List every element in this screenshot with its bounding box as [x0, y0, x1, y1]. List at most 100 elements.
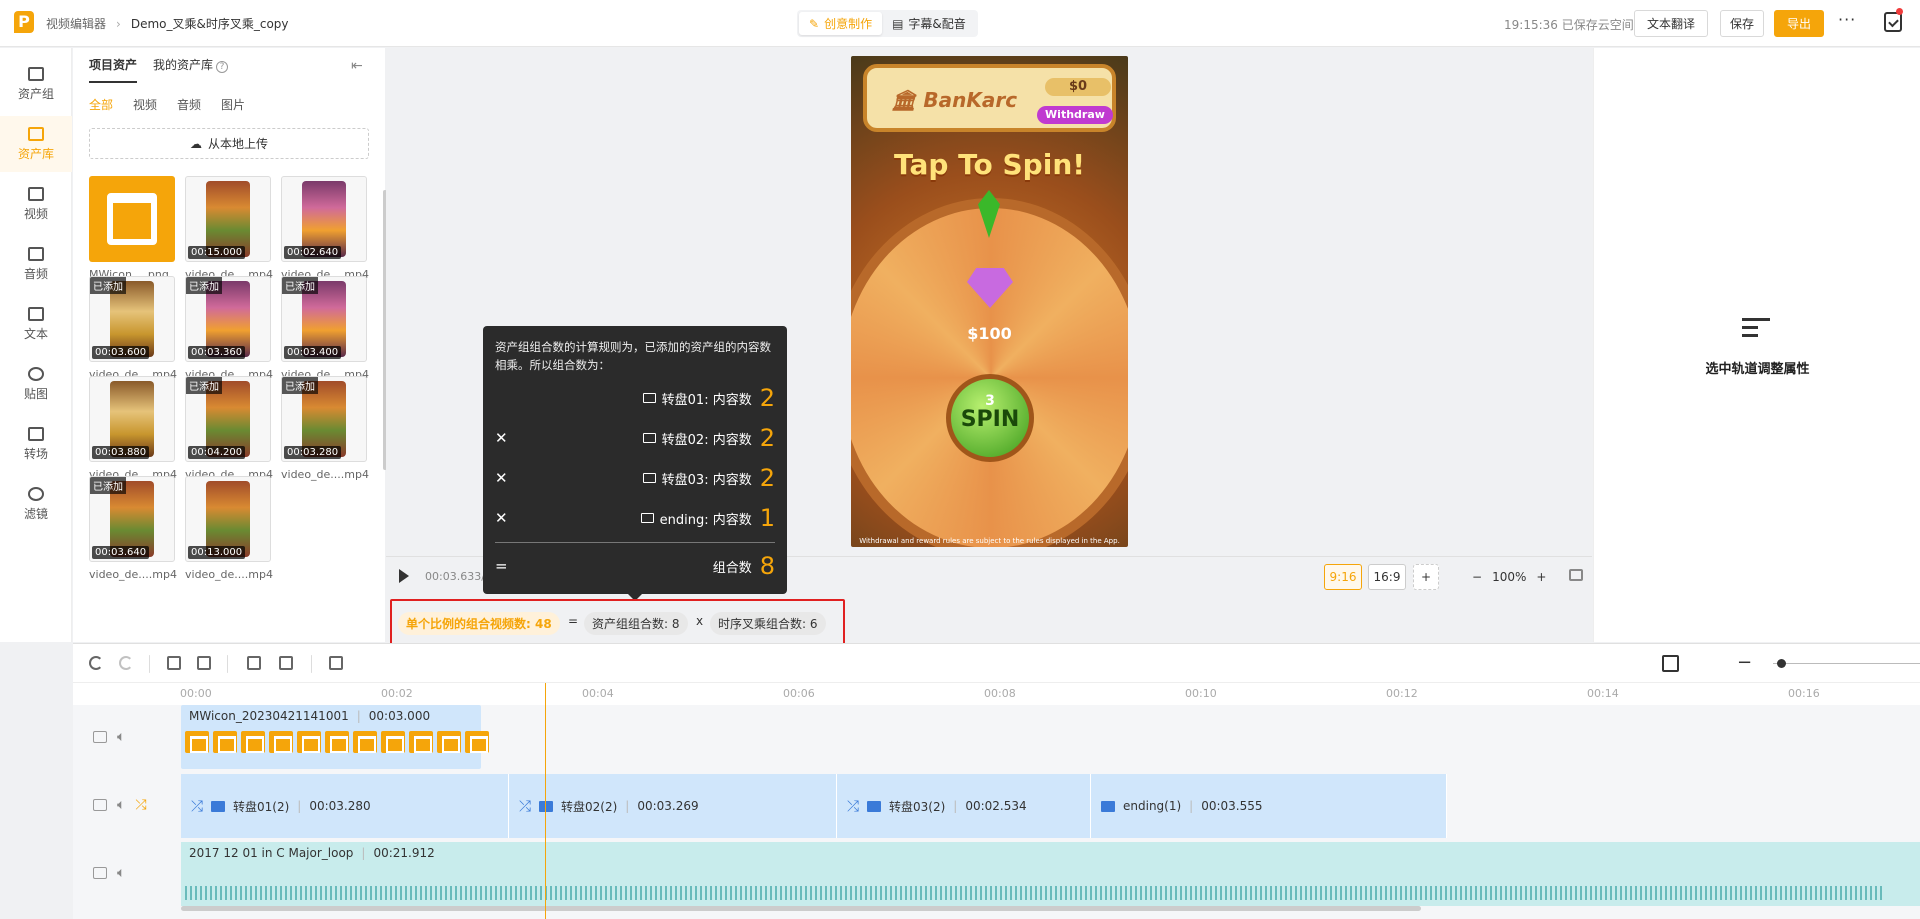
asset-group-clip[interactable]: ⤮ 转盘01(2) | 00:03.280 — [181, 774, 509, 838]
sidebar-item-filter[interactable]: 滤镜 — [0, 476, 72, 532]
tooltip-row: ✕ 转盘02: 内容数 2 — [495, 424, 775, 452]
multiply-icon: ✕ — [495, 469, 508, 487]
copy-icon[interactable] — [167, 656, 181, 670]
clip-frames — [185, 731, 489, 753]
asset-card[interactable]: 00:03.880 video_de....mp4 — [89, 376, 177, 481]
transition-icon — [28, 426, 44, 441]
redo-icon[interactable] — [119, 656, 133, 670]
add-ratio-button[interactable]: + — [1413, 564, 1439, 590]
folder-icon — [867, 800, 882, 812]
filter-image[interactable]: 图片 — [221, 96, 245, 113]
help-icon[interactable]: ? — [216, 61, 229, 73]
asset-group-clip[interactable]: ⤮ 转盘03(2) | 00:02.534 — [837, 774, 1091, 838]
asset-card[interactable]: 已添加 00:03.600 video_de....mp4 — [89, 276, 177, 381]
volume-icon[interactable]: 🔈︎ — [117, 729, 125, 745]
sidebar-item-audio[interactable]: 音频 — [0, 236, 72, 292]
volume-icon[interactable]: 🔈︎ — [117, 865, 125, 881]
sidebar-item-video[interactable]: 视频 — [0, 176, 72, 232]
layout-icon[interactable] — [1662, 655, 1679, 672]
tooltip-total: = 组合数 8 — [495, 552, 775, 580]
filter-video[interactable]: 视频 — [133, 96, 157, 113]
eraser-icon[interactable] — [197, 656, 211, 670]
film-icon — [28, 186, 44, 201]
asset-card[interactable]: 00:02.640 video_de....mp4 — [281, 176, 369, 281]
notification-badge — [1896, 8, 1903, 15]
upload-button[interactable]: ☁ 从本地上传 — [89, 128, 369, 159]
tab-project-assets[interactable]: 项目资产 — [89, 56, 138, 83]
asset-combo-chip[interactable]: 资产组组合数: 8 — [584, 612, 688, 635]
sidebar-item-asset-library[interactable]: 资产库 — [0, 116, 72, 172]
subtitle-icon: ▤ — [892, 16, 904, 31]
clip-label: MWicon_20230421141001 | 00:03.000 — [189, 709, 431, 723]
zoom-out-icon[interactable]: − — [1472, 570, 1482, 584]
timeline-scrollbar[interactable] — [181, 906, 1421, 911]
asset-card[interactable]: 已添加 00:03.400 video_de....mp4 — [281, 276, 369, 381]
undo-icon[interactable] — [89, 656, 103, 670]
save-status: 19:15:36 已保存云空间 — [1504, 18, 1634, 32]
playhead[interactable] — [545, 683, 546, 919]
filter-all[interactable]: 全部 — [89, 96, 113, 113]
project-title: Demo_叉乘&时序叉乘_copy — [130, 17, 289, 31]
audio-track-icon — [93, 867, 107, 879]
mode-creative[interactable]: ✎ 创意制作 — [799, 12, 883, 35]
sidebar-item-transition[interactable]: 转场 — [0, 416, 72, 472]
time-ruler[interactable]: 00:00 00:02 00:04 00:06 00:08 00:10 00:1… — [73, 683, 1920, 705]
asset-card[interactable]: 已添加 00:03.360 video_de....mp4 — [185, 276, 273, 381]
sequence-combo-chip[interactable]: 时序叉乘组合数: 6 — [710, 612, 826, 635]
asset-group-clip[interactable]: ⤮ 转盘02(2) | 00:03.269 — [509, 774, 837, 838]
sidebar-item-sticker[interactable]: 贴图 — [0, 356, 72, 412]
bank-icon: 🏛 — [891, 88, 917, 112]
asset-card[interactable]: 00:13.000 video_de....mp4 — [185, 476, 273, 581]
tick-label: 00:12 — [1386, 687, 1418, 700]
balance: $0 — [1045, 78, 1111, 96]
folder-icon — [642, 393, 656, 403]
library-icon — [28, 126, 44, 141]
video-track-icon — [93, 799, 107, 811]
prize-label: $100 — [967, 324, 1012, 343]
app-logo[interactable]: P — [14, 11, 34, 33]
logo-clip[interactable]: MWicon_20230421141001 | 00:03.000 — [181, 705, 489, 769]
asset-card[interactable]: 00:15.000 video_de....mp4 — [185, 176, 273, 281]
tab-my-library[interactable]: 我的资产库? — [153, 56, 229, 83]
tick-label: 00:06 — [783, 687, 815, 700]
folder-icon[interactable] — [329, 656, 343, 670]
track-header: 🔈︎ ⤮ — [73, 797, 181, 813]
bank-name: 🏛 BanKarc — [891, 88, 1018, 112]
video-preview[interactable]: 🏛 BanKarc $0 Withdraw Tap To Spin! $100 … — [851, 56, 1128, 547]
collapse-panel-icon[interactable]: ⇤ — [351, 58, 363, 74]
save-button[interactable]: 保存 — [1720, 10, 1764, 37]
volume-icon[interactable]: 🔈︎ — [117, 797, 125, 813]
asset-card[interactable]: 已添加 00:03.280 video_de....mp4 — [281, 376, 369, 481]
mode-subtitle[interactable]: ▤ 字幕&配音 — [882, 12, 976, 35]
filter-audio[interactable]: 音频 — [177, 96, 201, 113]
shuffle-icon[interactable]: ⤮ — [135, 797, 146, 813]
sidebar-item-asset-group[interactable]: 资产组 — [0, 56, 72, 112]
sidebar-item-text[interactable]: 文本 — [0, 296, 72, 352]
translate-button[interactable]: 文本翻译 — [1634, 10, 1708, 37]
asset-group-clip[interactable]: ending(1) | 00:03.555 — [1091, 774, 1447, 838]
task-icon[interactable] — [1884, 12, 1902, 32]
delete-icon[interactable] — [279, 656, 293, 670]
tick-label: 00:16 — [1788, 687, 1820, 700]
timeline-zoom-knob[interactable] — [1777, 659, 1786, 668]
asset-panel: 项目资产 我的资产库? ⇤ 全部 视频 音频 图片 ☁ 从本地上传 MWicon_… — [73, 48, 385, 642]
more-icon[interactable]: ··· — [1838, 10, 1856, 29]
asset-card[interactable]: MWicon_...png — [89, 176, 175, 281]
ratio-16-9[interactable]: 16:9 — [1368, 564, 1406, 590]
play-icon[interactable] — [399, 569, 409, 583]
ratio-9-16[interactable]: 9:16 — [1324, 564, 1362, 590]
audio-clip[interactable]: 2017 12 01 in C Major_loop | 00:21.912 — [181, 842, 1920, 906]
breadcrumb-root[interactable]: 视频编辑器 — [46, 17, 106, 31]
asset-card[interactable]: 已添加 00:03.640 video_de....mp4 — [89, 476, 177, 581]
track-header: 🔈︎ — [73, 865, 181, 881]
zoom-level: 100% — [1492, 570, 1527, 584]
timeline-zoom-out-icon[interactable]: − — [1737, 652, 1752, 673]
export-button[interactable]: 导出 — [1774, 10, 1824, 37]
fullscreen-icon[interactable] — [1569, 569, 1583, 581]
asset-card[interactable]: 已添加 00:04.200 video_de....mp4 — [185, 376, 273, 481]
timeline-zoom-slider[interactable] — [1773, 663, 1920, 664]
multiply-icon: ✕ — [495, 509, 508, 527]
zoom-in-icon[interactable]: + — [1536, 570, 1546, 584]
split-icon[interactable] — [247, 656, 261, 670]
tick-label: 00:08 — [984, 687, 1016, 700]
